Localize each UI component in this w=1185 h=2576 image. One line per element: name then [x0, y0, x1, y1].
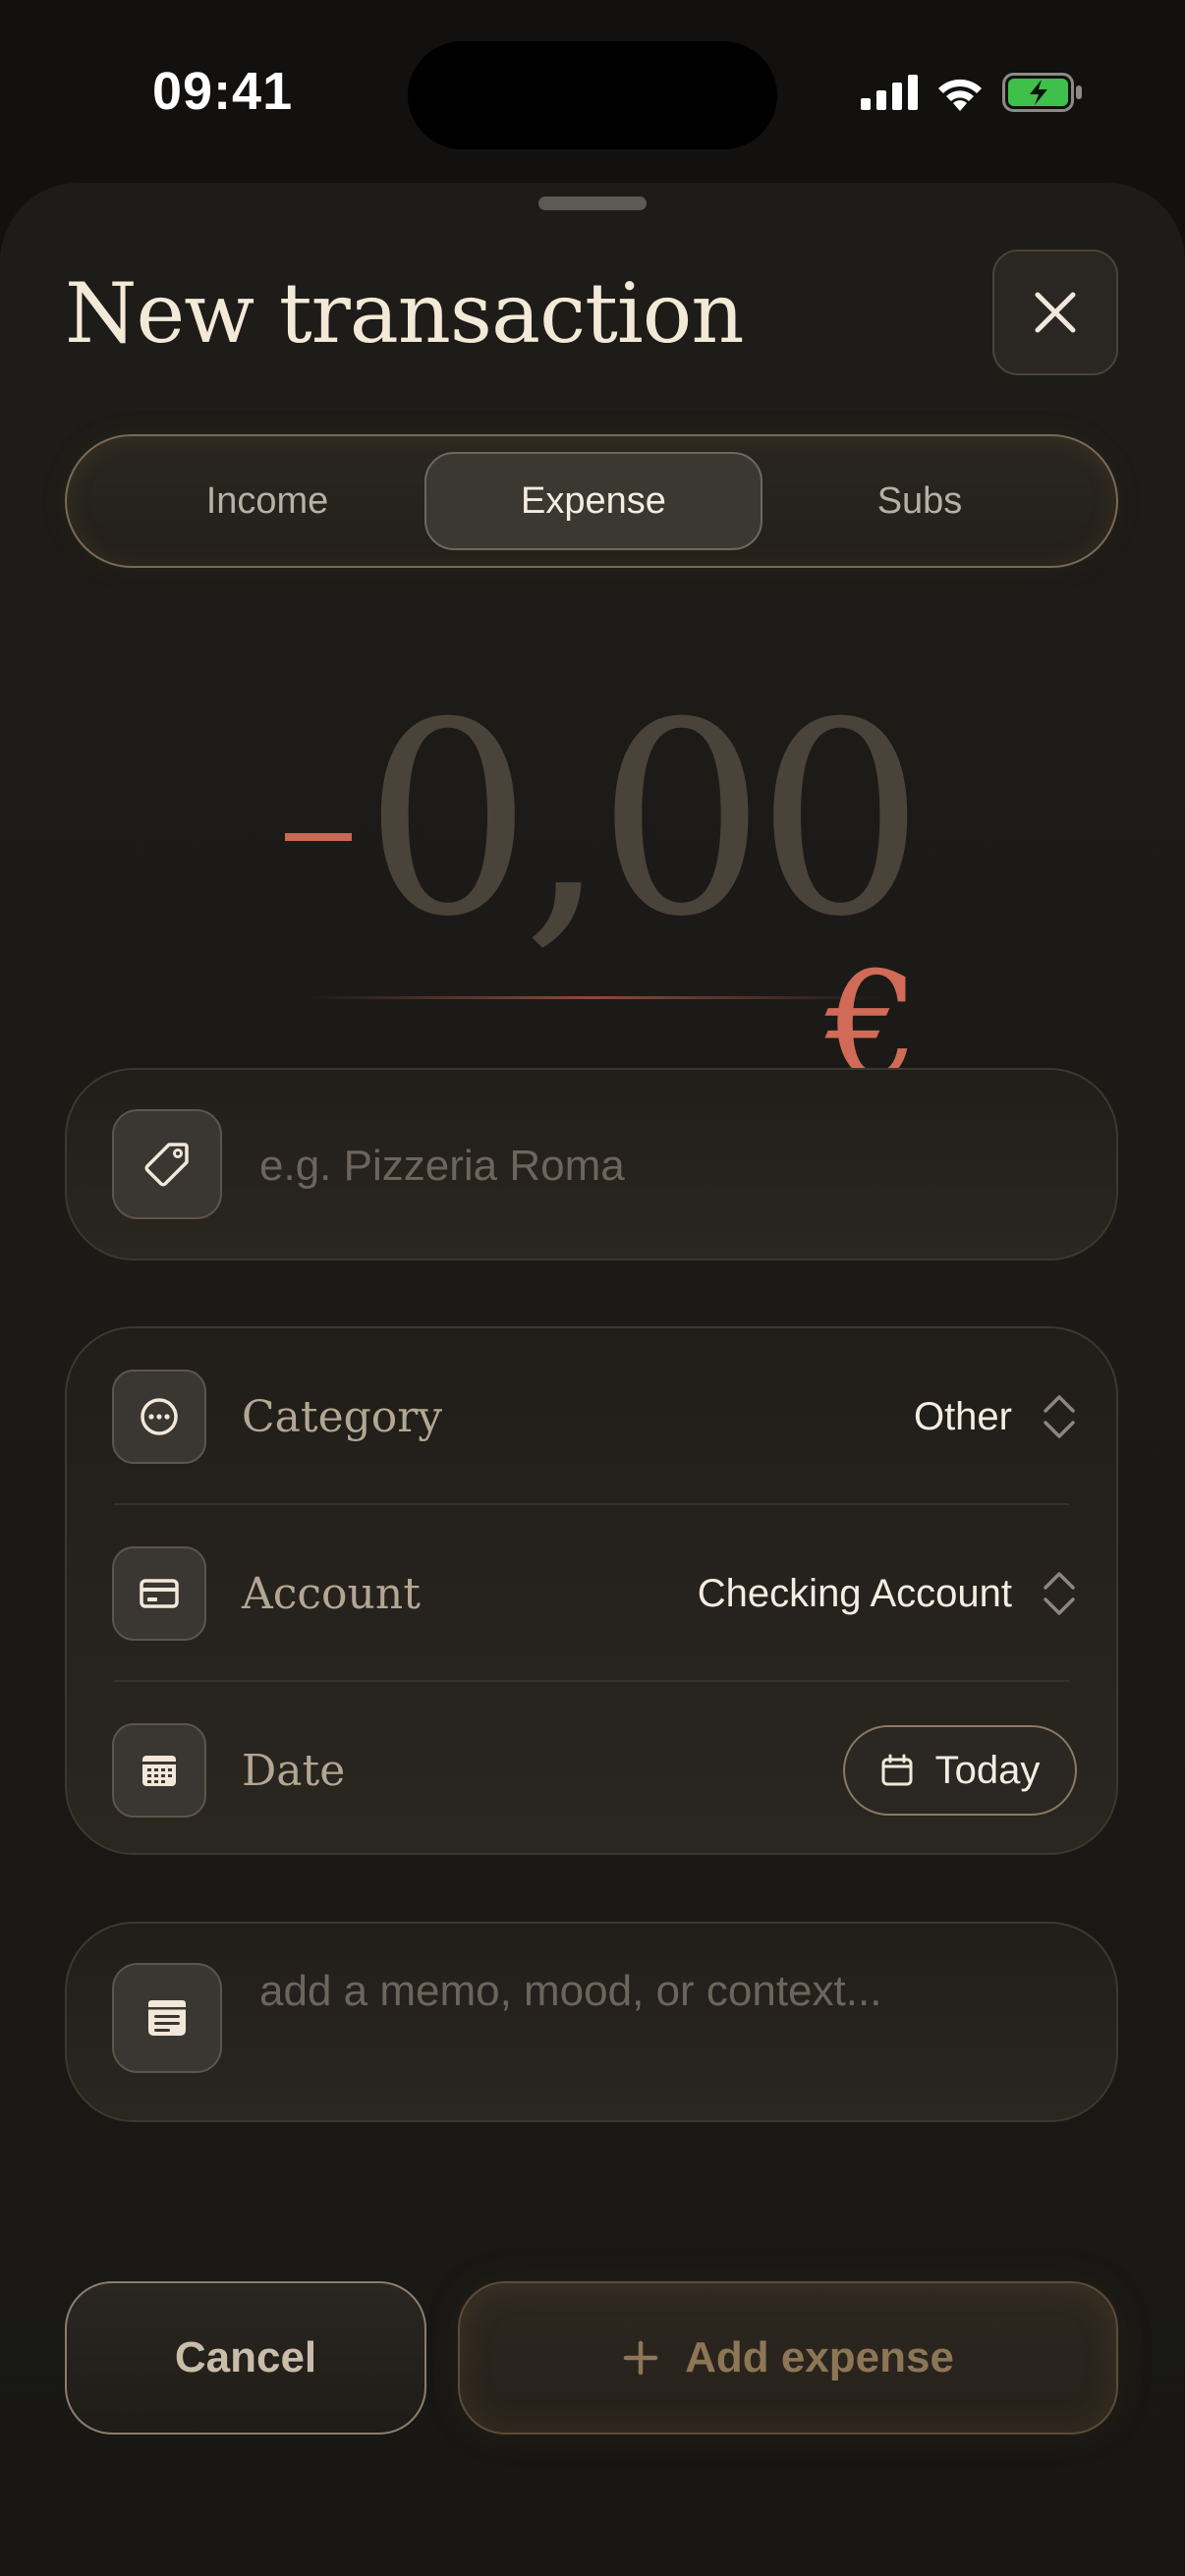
- date-picker-button[interactable]: Today: [843, 1725, 1077, 1816]
- tab-expense-label: Expense: [521, 479, 666, 522]
- close-button[interactable]: [992, 250, 1118, 375]
- account-label: Account: [242, 1568, 421, 1619]
- tab-subs[interactable]: Subs: [751, 452, 1089, 550]
- cancel-button-label: Cancel: [174, 2333, 317, 2381]
- name-input[interactable]: [259, 1129, 1045, 1204]
- name-card: [65, 1068, 1118, 1260]
- category-row[interactable]: Category Other: [67, 1328, 1120, 1505]
- date-row: Date Today: [67, 1682, 1120, 1859]
- close-icon: [1035, 292, 1076, 333]
- more-circle-icon: [141, 1398, 178, 1435]
- date-value: Today: [934, 1748, 1041, 1792]
- cancel-button[interactable]: Cancel: [65, 2281, 426, 2435]
- category-value: Other: [913, 1394, 1012, 1438]
- tab-subs-label: Subs: [876, 479, 963, 522]
- date-label: Date: [242, 1745, 346, 1796]
- tab-expense[interactable]: Expense: [424, 452, 762, 550]
- plus-icon: [623, 2340, 658, 2376]
- battery-charging-icon: [1002, 73, 1082, 112]
- sheet-grabber[interactable]: [538, 196, 647, 210]
- note-icon: [148, 2000, 186, 2036]
- calendar-icon: [881, 1754, 913, 1786]
- chevron-up-down-icon: [1044, 1395, 1075, 1438]
- account-value: Checking Account: [697, 1571, 1012, 1615]
- credit-card-icon: [140, 1579, 179, 1608]
- details-card: Category Other Account Checking Account: [65, 1326, 1118, 1855]
- amount-value: 0,00: [364, 665, 925, 975]
- account-row[interactable]: Account Checking Account: [67, 1505, 1120, 1682]
- chevron-up-down-icon: [1044, 1572, 1075, 1615]
- add-expense-button[interactable]: Add expense: [458, 2281, 1118, 2435]
- status-icons: [861, 73, 1083, 112]
- date-icon-box: [112, 1723, 206, 1818]
- dynamic-island: [408, 41, 777, 149]
- tag-icon: [144, 1143, 189, 1187]
- transaction-type-segment: Income Expense Subs: [65, 434, 1118, 568]
- cellular-signal-icon: [861, 75, 918, 110]
- memo-input[interactable]: [259, 1963, 1065, 2091]
- calendar-grid-icon: [142, 1756, 176, 1786]
- sheet-title: New transaction: [65, 265, 744, 362]
- add-expense-label: Add expense: [685, 2333, 954, 2381]
- account-icon-box: [112, 1546, 206, 1641]
- amount-sign: [285, 833, 352, 841]
- tab-income[interactable]: Income: [98, 452, 436, 550]
- wifi-icon: [938, 79, 982, 111]
- tag-icon-box: [112, 1109, 222, 1219]
- status-bar: 09:41: [0, 0, 1185, 187]
- category-icon-box: [112, 1370, 206, 1464]
- tab-income-label: Income: [205, 479, 329, 522]
- memo-card: [65, 1922, 1118, 2122]
- memo-icon-box: [112, 1963, 222, 2073]
- status-time: 09:41: [152, 62, 294, 121]
- category-label: Category: [242, 1391, 443, 1442]
- amount-underline: [305, 996, 880, 999]
